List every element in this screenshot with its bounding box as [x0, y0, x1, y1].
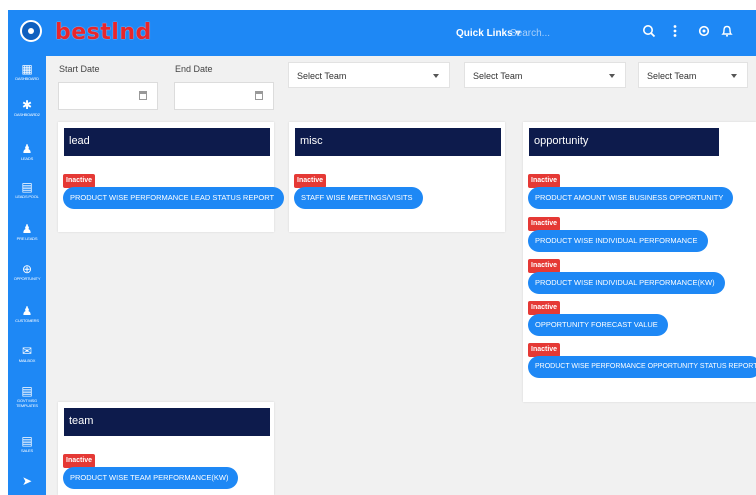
more-options-icon[interactable]	[672, 24, 678, 42]
status-badge: Inactive	[528, 343, 561, 357]
report-link[interactable]: PRODUCT AMOUNT WISE BUSINESS OPPORTUNITY	[528, 187, 734, 209]
sidebar-item-pre-leads[interactable]: ♟ PRE LEADS	[8, 222, 46, 241]
calendar-icon[interactable]	[139, 91, 147, 100]
sidebar-item-leads-pool[interactable]: ▤ LEADS POOL	[8, 180, 46, 199]
sidebar-item-opportunity[interactable]: ⊕ OPPORTUNITY	[8, 262, 46, 281]
report-link[interactable]: PRODUCT WISE INDIVIDUAL PERFORMANCE(KW)	[528, 272, 725, 294]
arrow-icon: ➤	[21, 474, 33, 488]
notification-bell-icon[interactable]	[721, 24, 733, 42]
report-card-team: team Inactive PRODUCT WISE TEAM PERFORMA…	[58, 402, 274, 495]
dashboard-icon: ▦	[21, 62, 33, 76]
file-icon: ▤	[21, 384, 33, 398]
report-link[interactable]: STAFF WISE MEETINGS/VISITS	[294, 187, 423, 209]
sidebar-item-label: OPPORTUNITY	[13, 276, 41, 281]
card-title: opportunity	[529, 128, 719, 156]
status-badge: Inactive	[528, 259, 561, 273]
team-select-1[interactable]: Select Team	[288, 62, 450, 88]
settings-icon[interactable]	[698, 24, 710, 42]
team-select-3[interactable]: Select Team	[638, 62, 748, 88]
report-link[interactable]: PRODUCT WISE TEAM PERFORMANCE(KW)	[63, 467, 239, 489]
sidebar-item-customers[interactable]: ♟ CUSTOMERS	[8, 304, 46, 323]
puzzle-icon: ✱	[21, 98, 33, 112]
chevron-down-icon	[609, 74, 615, 78]
report-link[interactable]: PRODUCT WISE INDIVIDUAL PERFORMANCE	[528, 230, 708, 252]
user-plus-icon: ♟	[21, 222, 33, 236]
team-select-value: Select Team	[647, 71, 697, 81]
top-navbar: bestlnd Quick Links ▾	[8, 10, 756, 56]
sidebar-item-label: LEADS	[20, 156, 34, 161]
end-date-field[interactable]	[174, 82, 274, 110]
document-icon: ▤	[21, 434, 33, 448]
status-badge: Inactive	[294, 174, 327, 188]
status-badge: Inactive	[528, 174, 561, 188]
sidebar-item-label: GOVT MSG TEMPLATES	[16, 398, 38, 408]
sidebar-item-leads[interactable]: ♟ LEADS	[8, 142, 46, 161]
status-badge: Inactive	[63, 454, 96, 468]
sidebar-item-mailbox[interactable]: ✉ MAILBOX	[8, 344, 46, 363]
status-badge: Inactive	[63, 174, 96, 188]
report-link[interactable]: OPPORTUNITY FORECAST VALUE	[528, 314, 668, 336]
app-menu-icon[interactable]	[20, 20, 42, 42]
sidebar-item-label: DASHBOARD	[15, 76, 39, 81]
status-badge: Inactive	[528, 301, 561, 315]
team-select-2[interactable]: Select Team	[464, 62, 626, 88]
start-date-field[interactable]	[58, 82, 158, 110]
start-date-label: Start Date	[59, 64, 100, 74]
report-card-misc: misc Inactive STAFF WISE MEETINGS/VISITS	[289, 122, 505, 232]
sidebar-item-sales[interactable]: ▤ SALES	[8, 434, 46, 453]
card-title: lead	[64, 128, 270, 156]
status-badge: Inactive	[528, 217, 561, 231]
sidebar-item-label: SALES	[21, 448, 33, 453]
sidebar-item-label: DASHBOARD2	[14, 112, 40, 117]
users-icon: ♟	[21, 142, 33, 156]
search-input[interactable]	[510, 23, 628, 43]
end-date-label: End Date	[175, 64, 213, 74]
calendar-icon[interactable]	[255, 91, 263, 100]
sidebar-item-label: PRE LEADS	[16, 236, 38, 241]
sidebar-item-label: LEADS POOL	[15, 194, 39, 199]
report-card-lead: lead Inactive PRODUCT WISE PERFORMANCE L…	[58, 122, 285, 232]
main-content: Start Date End Date Select Team Select T…	[46, 56, 756, 495]
chevron-down-icon	[731, 74, 737, 78]
brand-logo[interactable]: bestlnd	[55, 20, 152, 45]
card-title: misc	[295, 128, 501, 156]
sidebar-item-govt-msg-templates[interactable]: ▤ GOVT MSG TEMPLATES	[8, 384, 46, 408]
trash-icon: ▤	[21, 180, 33, 194]
user-icon: ♟	[21, 304, 33, 318]
sidebar: ▦ DASHBOARD ✱ DASHBOARD2 ♟ LEADS ▤ LEADS…	[8, 56, 46, 495]
report-link[interactable]: PRODUCT WISE PERFORMANCE OPPORTUNITY STA…	[528, 356, 756, 378]
team-select-value: Select Team	[297, 71, 347, 81]
chevron-down-icon	[433, 74, 439, 78]
sidebar-item-label: MAILBOX	[18, 358, 36, 363]
search-icon[interactable]	[642, 24, 656, 42]
report-link[interactable]: PRODUCT WISE PERFORMANCE LEAD STATUS REP…	[63, 187, 285, 209]
team-select-value: Select Team	[473, 71, 523, 81]
card-title: team	[64, 408, 270, 436]
sidebar-item-more[interactable]: ➤	[8, 474, 46, 488]
sidebar-item-dashboard[interactable]: ▦ DASHBOARD	[8, 62, 46, 81]
sidebar-item-label: CUSTOMERS	[15, 318, 39, 323]
mail-icon: ✉	[21, 344, 33, 358]
sidebar-item-dashboard2[interactable]: ✱ DASHBOARD2	[8, 98, 46, 117]
target-icon: ⊕	[21, 262, 33, 276]
report-card-opportunity: opportunity Inactive PRODUCT AMOUNT WISE…	[523, 122, 756, 402]
